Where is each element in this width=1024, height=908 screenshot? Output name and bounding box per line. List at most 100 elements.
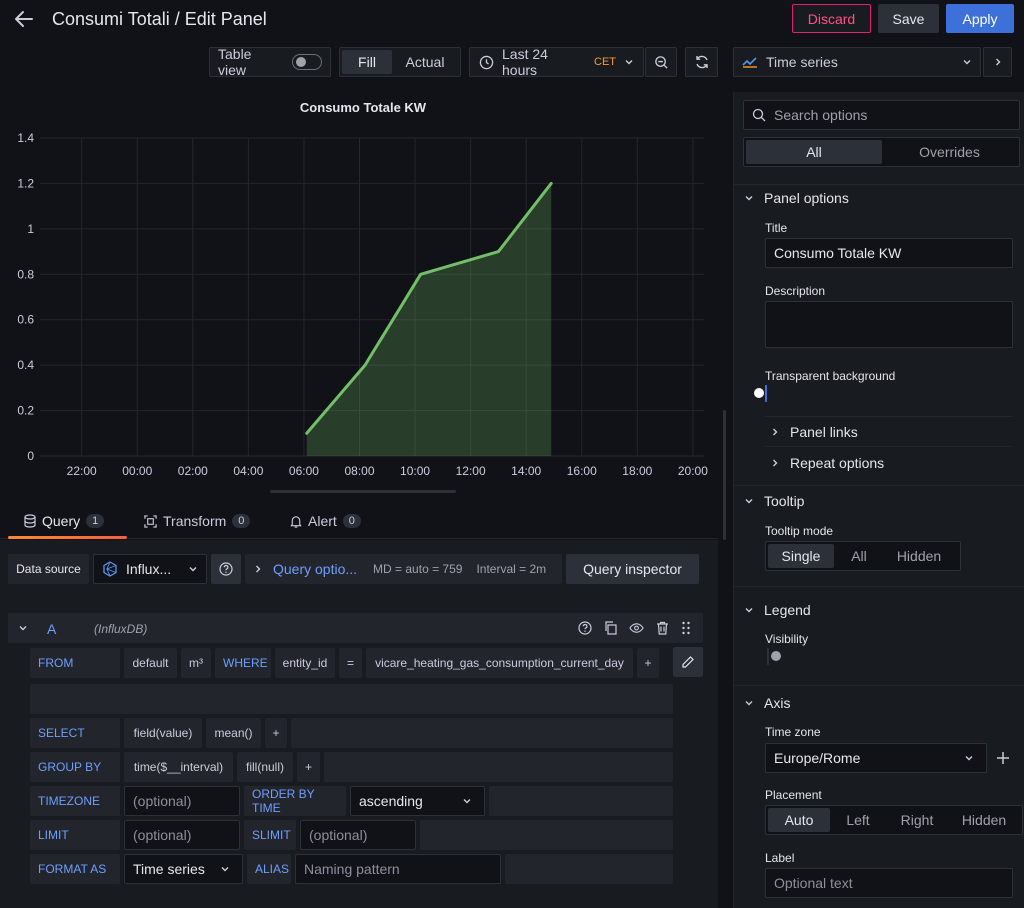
panel-options-header[interactable]: Panel options bbox=[744, 190, 849, 206]
trash-icon[interactable] bbox=[656, 621, 669, 635]
where-operator[interactable]: = bbox=[339, 648, 362, 678]
from-keyword: FROM bbox=[30, 648, 120, 678]
legend-visibility-toggle[interactable] bbox=[767, 648, 781, 665]
clock-icon bbox=[479, 55, 494, 70]
groupby-time[interactable]: time($__interval) bbox=[124, 752, 233, 782]
collapse-options-button[interactable] bbox=[983, 47, 1012, 77]
refresh-button[interactable] bbox=[685, 47, 718, 77]
alias-input[interactable]: Naming pattern bbox=[295, 854, 501, 884]
orderby-select[interactable]: ascending bbox=[350, 786, 485, 816]
discard-button[interactable]: Discard bbox=[792, 4, 871, 33]
search-options-placeholder: Search options bbox=[774, 107, 868, 123]
eye-icon[interactable] bbox=[629, 621, 644, 635]
query-options-bar[interactable]: Query optio... MD = auto = 759 Interval … bbox=[245, 554, 562, 584]
actual-button[interactable]: Actual bbox=[392, 50, 458, 74]
copy-icon[interactable] bbox=[604, 621, 618, 635]
placement-left[interactable]: Left bbox=[830, 808, 886, 832]
edit-raw-query-button[interactable] bbox=[673, 647, 703, 677]
datasource-picker[interactable]: Influx... bbox=[93, 554, 207, 584]
tooltip-mode-single[interactable]: Single bbox=[768, 544, 834, 568]
datasource-help-button[interactable] bbox=[211, 554, 241, 584]
alias-keyword: ALIAS bbox=[247, 854, 291, 884]
vertical-splitter[interactable] bbox=[723, 410, 726, 540]
x-tick-label: 20:00 bbox=[678, 464, 708, 478]
help-icon[interactable] bbox=[578, 621, 592, 635]
visualization-picker[interactable]: Time series bbox=[733, 47, 981, 77]
placement-hidden[interactable]: Hidden bbox=[948, 808, 1020, 832]
time-series-chart: Consumo Totale KW 0 0.2 0.4 0.6 0.8 1 1.2 1.4 22:… bbox=[17, 100, 708, 478]
zoom-out-button[interactable] bbox=[645, 47, 677, 77]
query-options-label: Query optio... bbox=[273, 561, 358, 577]
zoom-out-icon bbox=[654, 55, 669, 70]
query-inspector-button[interactable]: Query inspector bbox=[566, 554, 699, 584]
tab-query[interactable]: Query 1 bbox=[24, 513, 105, 529]
title-input[interactable]: Consumo Totale KW bbox=[765, 238, 1013, 268]
select-field[interactable]: field(value) bbox=[124, 718, 202, 748]
orderby-value: ascending bbox=[359, 793, 423, 809]
placement-auto[interactable]: Auto bbox=[768, 808, 830, 832]
max-data-points-text: MD = auto = 759 bbox=[373, 562, 463, 576]
time-range-picker[interactable]: Last 24 hours CET bbox=[469, 46, 644, 78]
placement-right[interactable]: Right bbox=[886, 808, 948, 832]
limit-input[interactable]: (optional) bbox=[124, 820, 240, 850]
fill-actual-group: Fill Actual bbox=[339, 47, 461, 77]
query-row-header[interactable]: A (InfluxDB) bbox=[8, 613, 703, 643]
where-value[interactable]: vicare_heating_gas_consumption_current_d… bbox=[366, 648, 633, 678]
tooltip-mode-all[interactable]: All bbox=[834, 544, 884, 568]
table-view-toggle-group[interactable]: Table view bbox=[209, 46, 331, 78]
tab-alert[interactable]: Alert 0 bbox=[290, 513, 361, 529]
chevron-down-icon bbox=[188, 564, 198, 574]
from-retention-policy[interactable]: default bbox=[124, 648, 177, 678]
save-button[interactable]: Save bbox=[878, 4, 939, 33]
where-keyword: WHERE bbox=[215, 648, 271, 678]
axis-header[interactable]: Axis bbox=[744, 695, 790, 711]
groupby-fill[interactable]: fill(null) bbox=[237, 752, 293, 782]
where-key[interactable]: entity_id bbox=[275, 648, 335, 678]
select-row-spacer bbox=[291, 718, 673, 748]
all-options-tab[interactable]: All bbox=[746, 140, 882, 164]
table-view-toggle[interactable] bbox=[292, 54, 322, 70]
description-textarea[interactable] bbox=[765, 301, 1013, 348]
query-ref-id[interactable]: A bbox=[47, 621, 56, 637]
fill-button[interactable]: Fill bbox=[342, 50, 392, 74]
add-where-button[interactable]: + bbox=[637, 648, 659, 678]
drag-handle-icon[interactable] bbox=[681, 621, 691, 635]
chevron-right-icon bbox=[770, 427, 780, 437]
tooltip-mode-label: Tooltip mode bbox=[765, 524, 834, 538]
collapse-chevron-icon[interactable] bbox=[18, 623, 28, 633]
axis-timezone-select[interactable]: Europe/Rome bbox=[765, 743, 987, 773]
axis-placement-group: Auto Left Right Hidden bbox=[765, 805, 1023, 835]
transform-icon bbox=[144, 514, 157, 528]
x-tick-label: 00:00 bbox=[122, 464, 152, 478]
overrides-tab[interactable]: Overrides bbox=[882, 140, 1017, 164]
timezone-input[interactable]: (optional) bbox=[124, 786, 240, 816]
options-pane: Search options All Overrides Panel optio… bbox=[733, 92, 1024, 908]
from-measurement[interactable]: m³ bbox=[181, 648, 211, 678]
repeat-options-header[interactable]: Repeat options bbox=[770, 455, 884, 471]
select-aggregation[interactable]: mean() bbox=[206, 718, 261, 748]
search-options-input[interactable]: Search options bbox=[743, 100, 1020, 130]
tooltip-header[interactable]: Tooltip bbox=[744, 493, 804, 509]
database-icon bbox=[24, 514, 36, 528]
apply-button[interactable]: Apply bbox=[946, 4, 1014, 33]
legend-header[interactable]: Legend bbox=[744, 602, 811, 618]
timezone-keyword: TIMEZONE bbox=[30, 786, 120, 816]
slimit-keyword: SLIMIT bbox=[244, 820, 296, 850]
tooltip-mode-hidden[interactable]: Hidden bbox=[884, 544, 954, 568]
slimit-input[interactable]: (optional) bbox=[300, 820, 416, 850]
horizontal-splitter[interactable] bbox=[270, 490, 456, 493]
add-select-button[interactable]: + bbox=[265, 718, 287, 748]
add-groupby-button[interactable]: + bbox=[297, 752, 320, 782]
format-select[interactable]: Time series bbox=[124, 854, 243, 884]
axis-timezone-value: Europe/Rome bbox=[774, 750, 861, 766]
pencil-icon bbox=[681, 655, 695, 669]
tab-transform-label: Transform bbox=[163, 513, 227, 529]
tab-transform-count: 0 bbox=[232, 514, 251, 528]
from-row-spacer bbox=[30, 684, 673, 714]
back-arrow-icon[interactable] bbox=[14, 9, 34, 29]
add-timezone-icon[interactable] bbox=[996, 751, 1010, 765]
tab-transform[interactable]: Transform 0 bbox=[144, 513, 251, 529]
axis-label-input[interactable]: Optional text bbox=[765, 868, 1013, 898]
panel-links-header[interactable]: Panel links bbox=[770, 424, 858, 440]
transparent-background-toggle[interactable] bbox=[754, 385, 767, 402]
